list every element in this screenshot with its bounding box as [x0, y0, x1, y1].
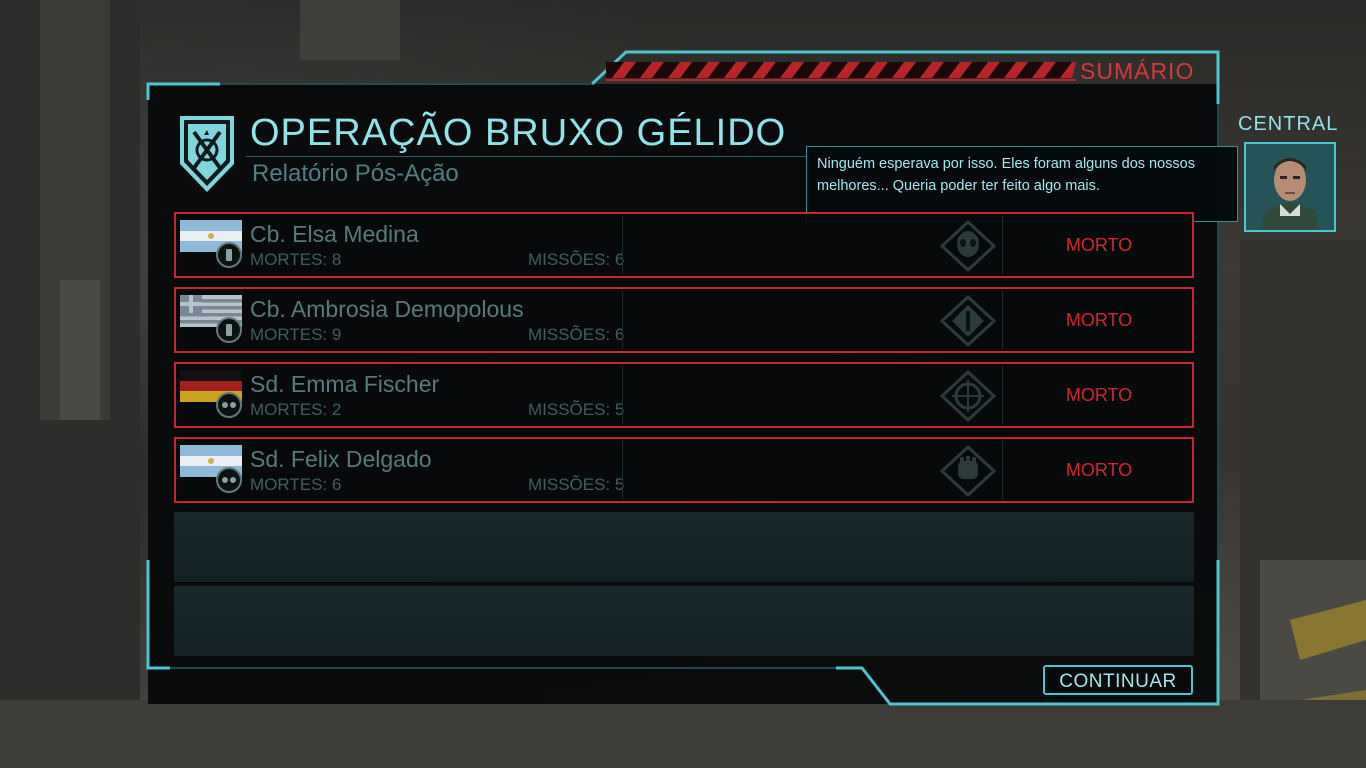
soldier-status: MORTO — [1065, 310, 1133, 330]
operation-title: OPERAÇÃO BRUXO GÉLIDO — [250, 112, 787, 154]
xcom-emblem-icon — [180, 116, 234, 192]
continue-button[interactable]: CONTINUAR — [1043, 665, 1193, 695]
soldier-name: Sd. Felix Delgado — [250, 446, 432, 472]
soldier-row[interactable]: Sd. Felix Delgado MORTES: 6 MISSÕES: 5 M… — [174, 437, 1194, 503]
report-subtitle: Relatório Pós-Ação — [252, 160, 459, 187]
support-class-icon — [939, 295, 997, 347]
commander-portrait — [1244, 142, 1336, 232]
title-divider — [246, 156, 806, 157]
soldier-kills: MORTES: 6 — [250, 475, 342, 494]
soldier-missions: MISSÕES: 5 — [528, 475, 625, 494]
speech-text: Ninguém esperava por isso. Eles foram al… — [817, 156, 1195, 194]
soldier-missions: MISSÕES: 5 — [528, 400, 625, 419]
row-divider — [622, 366, 623, 424]
hazard-stripes — [606, 62, 1076, 81]
soldier-name: Cb. Ambrosia Demopolous — [250, 296, 524, 322]
row-divider — [622, 216, 623, 274]
sniper-class-icon — [939, 370, 997, 422]
soldier-kills: MORTES: 2 — [250, 400, 342, 419]
game-screen: SUMÁRIO OPERAÇÃO BRUXO GÉLIDO Relatório … — [0, 0, 1366, 768]
soldier-missions: MISSÕES: 6 — [528, 325, 625, 344]
soldier-name: Sd. Emma Fischer — [250, 371, 440, 397]
soldier-row[interactable]: Sd. Emma Fischer MORTES: 2 MISSÕES: 5 MO… — [174, 362, 1194, 428]
assault-class-icon — [939, 445, 997, 497]
commander-avatar-icon — [1246, 144, 1334, 230]
empty-squad-slot — [174, 586, 1194, 656]
soldier-name: Cb. Elsa Medina — [250, 221, 419, 247]
soldier-row[interactable]: Cb. Ambrosia Demopolous MORTES: 9 MISSÕE… — [174, 287, 1194, 353]
row-divider — [1002, 441, 1003, 499]
soldier-missions: MISSÕES: 6 — [528, 250, 625, 269]
soldier-kills: MORTES: 9 — [250, 325, 342, 344]
empty-squad-slot — [174, 512, 1194, 582]
corporal-rank-icon — [216, 242, 242, 268]
row-divider — [622, 441, 623, 499]
soldier-kills: MORTES: 8 — [250, 250, 342, 269]
soldier-row[interactable]: Cb. Elsa Medina MORTES: 8 MISSÕES: 6 MOR… — [174, 212, 1194, 278]
private-rank-icon — [216, 392, 242, 418]
row-divider — [1002, 366, 1003, 424]
corporal-rank-icon — [216, 317, 242, 343]
row-divider — [1002, 291, 1003, 349]
soldier-status: MORTO — [1065, 385, 1133, 405]
row-divider — [622, 291, 623, 349]
private-rank-icon — [216, 467, 242, 493]
speaker-name: CENTRAL — [1238, 113, 1339, 135]
soldier-status: MORTO — [1065, 460, 1133, 480]
row-divider — [1002, 216, 1003, 274]
speech-bubble: Ninguém esperava por isso. Eles foram al… — [806, 146, 1238, 222]
alien-head-icon — [939, 220, 997, 272]
summary-tab-label: SUMÁRIO — [1080, 58, 1195, 84]
soldier-status: MORTO — [1065, 235, 1133, 255]
